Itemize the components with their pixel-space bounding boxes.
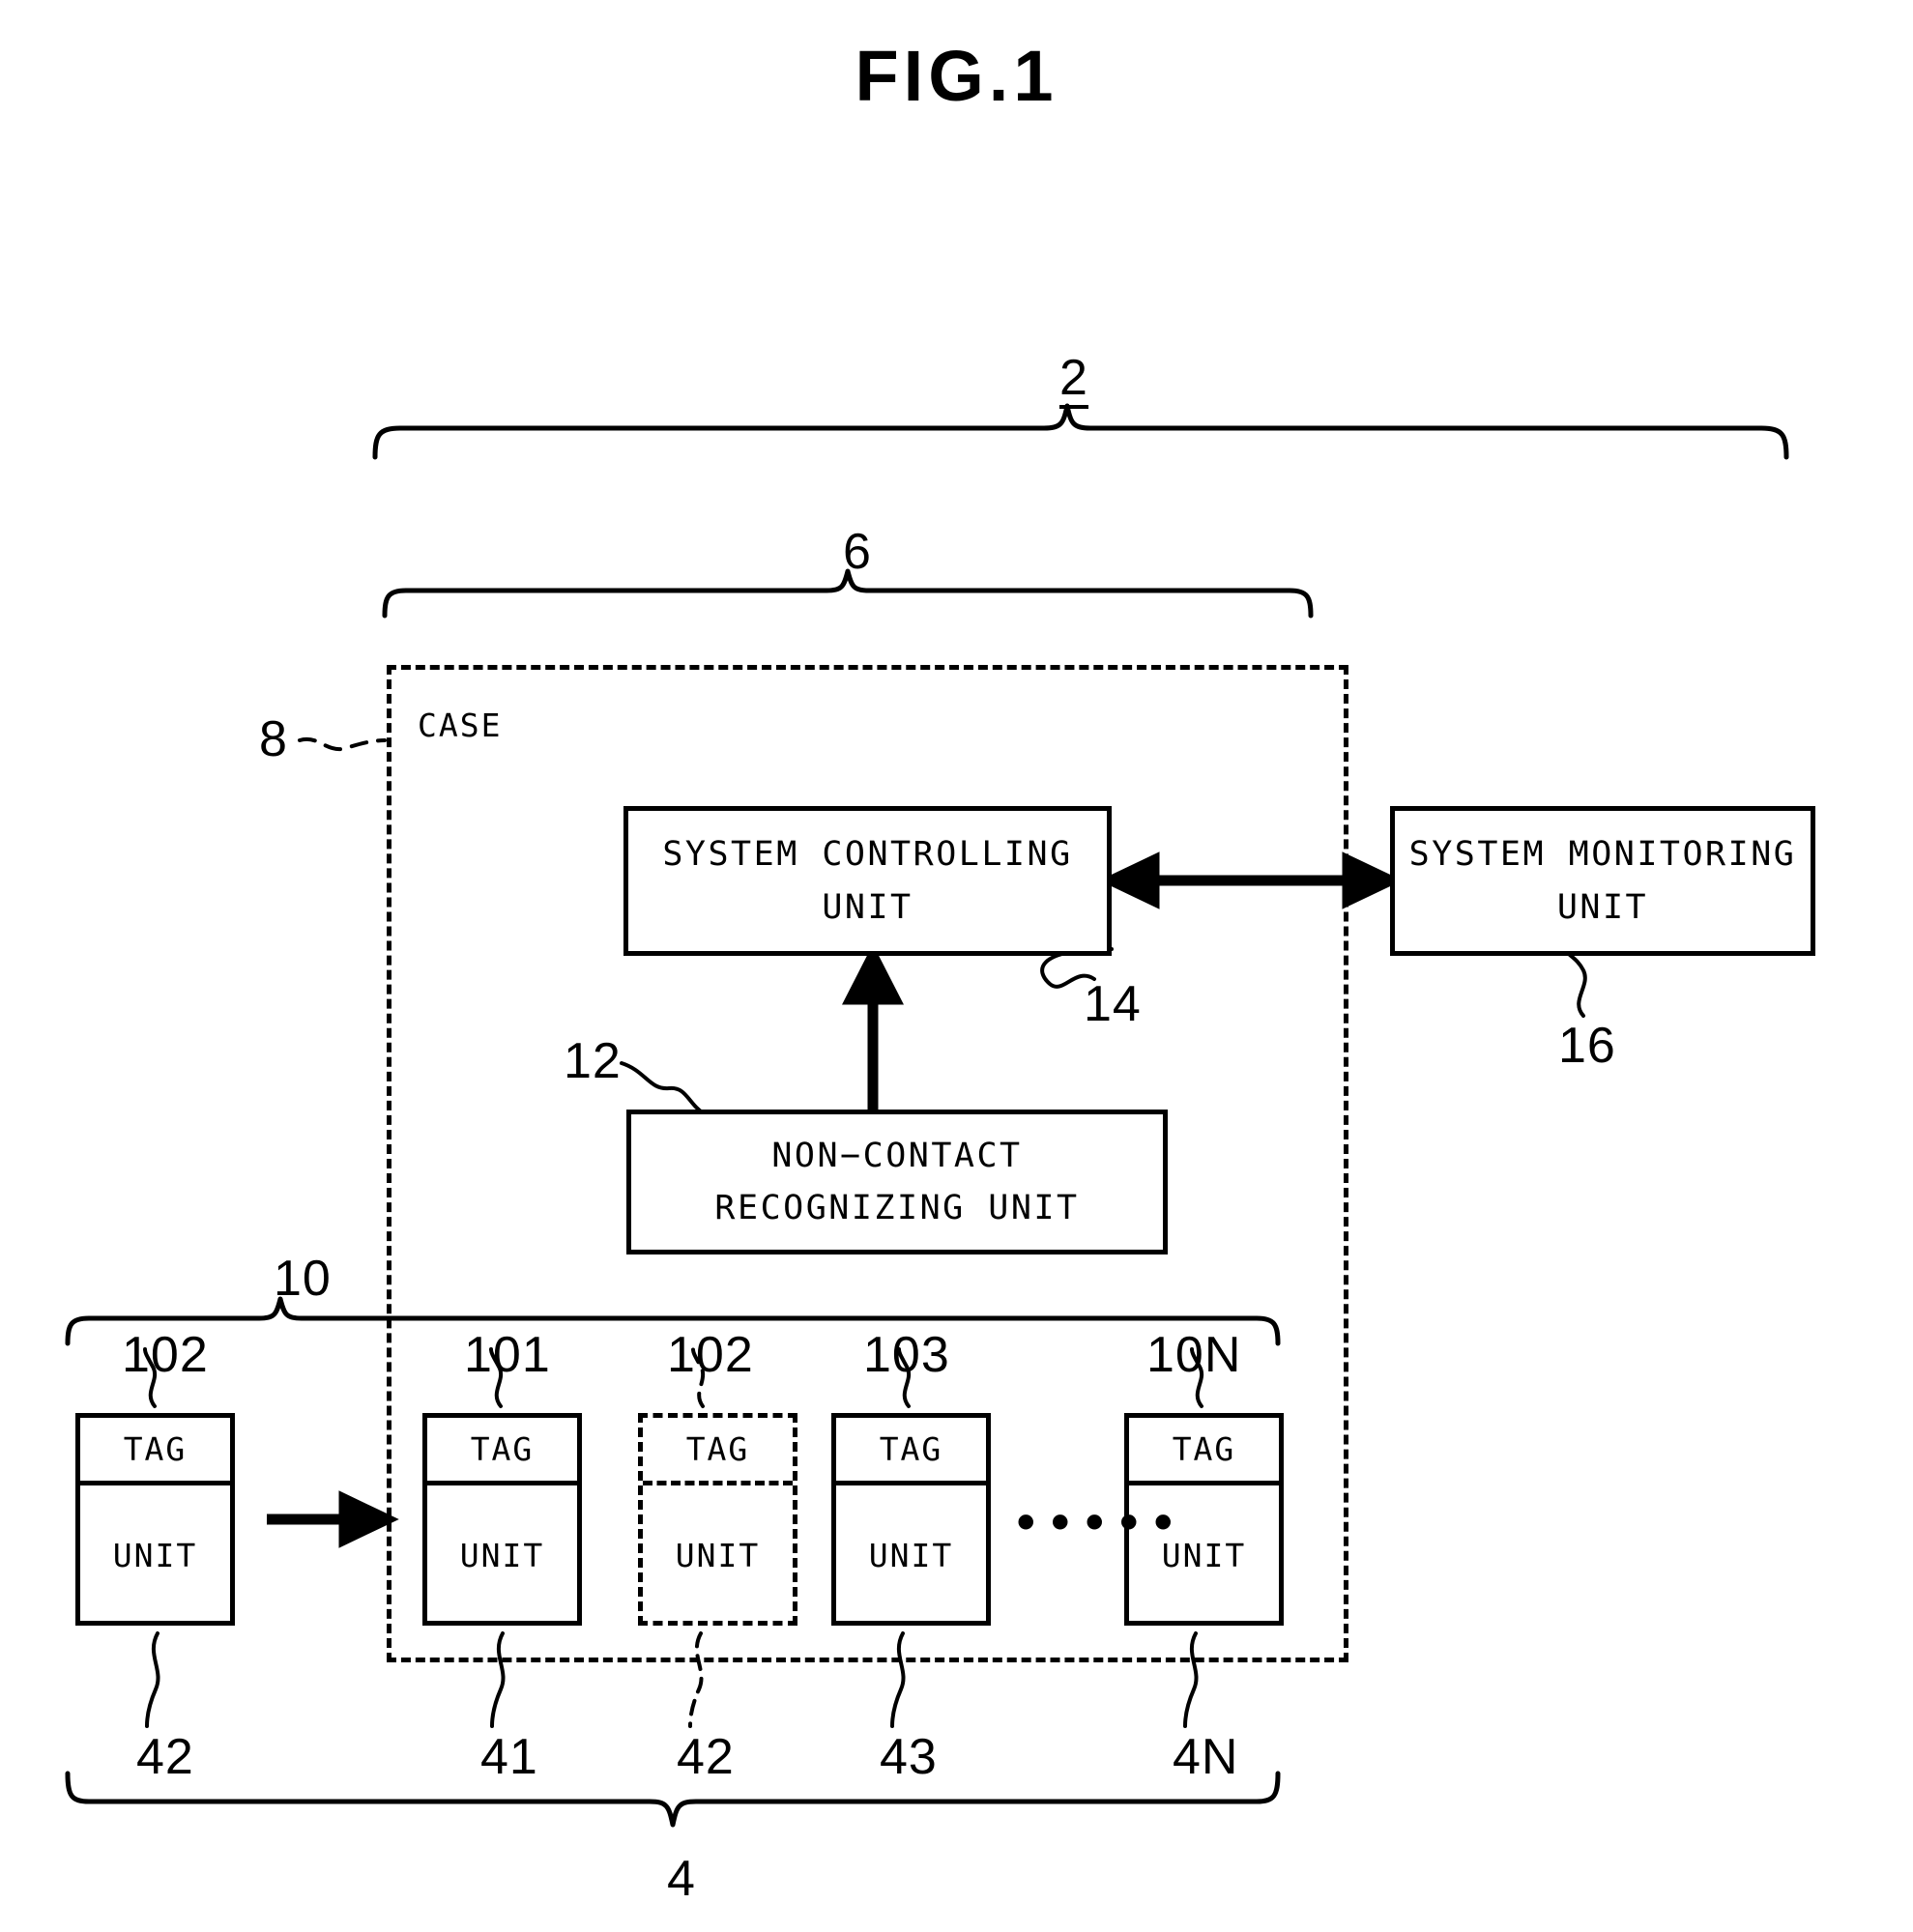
module-tag-section: TAG [1129, 1418, 1279, 1485]
module-unit-section: UNIT [836, 1485, 986, 1626]
module-1[interactable]: TAG UNIT [422, 1413, 582, 1626]
system-controlling-unit-block[interactable]: SYSTEM CONTROLLING UNIT [623, 806, 1112, 956]
reference-numeral-unit-3: 43 [880, 1729, 938, 1785]
non-contact-recognizing-unit-block[interactable]: NON−CONTACT RECOGNIZING UNIT [626, 1110, 1168, 1254]
reference-numeral-14: 14 [1084, 976, 1142, 1032]
system-monitoring-unit-label: SYSTEM MONITORING UNIT [1408, 835, 1797, 927]
module-spare[interactable]: TAG UNIT [75, 1413, 235, 1626]
system-monitoring-unit-block[interactable]: SYSTEM MONITORING UNIT [1390, 806, 1815, 956]
figure-title: FIG.1 [855, 36, 1058, 116]
case-label: CASE [418, 706, 503, 744]
reference-numeral-unit-spare: 42 [136, 1729, 194, 1785]
ellipsis-dots: ••••• [1013, 1499, 1185, 1548]
module-tag-section: TAG [80, 1418, 230, 1485]
module-unit-section: UNIT [427, 1485, 577, 1626]
module-tag-label: TAG [685, 1430, 750, 1468]
module-tag-section: TAG [427, 1418, 577, 1485]
module-3[interactable]: TAG UNIT [831, 1413, 991, 1626]
module-2-empty-slot[interactable]: TAG UNIT [638, 1413, 797, 1626]
module-unit-section: UNIT [80, 1485, 230, 1626]
module-unit-section: UNIT [643, 1485, 793, 1626]
reference-numeral-module-1: 101 [464, 1327, 551, 1383]
reference-numeral-16: 16 [1558, 1018, 1616, 1074]
reference-numeral-12: 12 [564, 1033, 622, 1089]
module-tag-label: TAG [123, 1430, 188, 1468]
arrow-module-insert [267, 1490, 399, 1548]
non-contact-recognizing-unit-label: NON−CONTACT RECOGNIZING UNIT [714, 1136, 1080, 1227]
reference-numeral-unit-1: 41 [480, 1729, 538, 1785]
module-tag-label: TAG [879, 1430, 943, 1468]
module-tag-section: TAG [836, 1418, 986, 1485]
leader-16 [1564, 947, 1587, 1018]
reference-numeral-module-spare: 102 [122, 1327, 209, 1383]
reference-numeral-module-3: 103 [863, 1327, 950, 1383]
reference-numeral-6: 6 [843, 524, 872, 580]
module-tag-section: TAG [643, 1418, 793, 1485]
reference-numeral-module-n: 10N [1146, 1327, 1242, 1383]
module-unit-label: UNIT [459, 1537, 545, 1574]
leader-42a [145, 1631, 160, 1728]
reference-numeral-module-2: 102 [667, 1327, 754, 1383]
figure-canvas: FIG.1 CASE SYSTEM CONTROLLING UNIT SYSTE… [0, 0, 1913, 1932]
system-controlling-unit-label: SYSTEM CONTROLLING UNIT [662, 835, 1073, 927]
reference-numeral-unit-n: 4N [1173, 1729, 1239, 1785]
reference-numeral-unit-2: 42 [677, 1729, 735, 1785]
leader-8 [298, 736, 387, 752]
module-tag-label: TAG [470, 1430, 535, 1468]
module-unit-label: UNIT [868, 1537, 954, 1574]
module-tag-label: TAG [1172, 1430, 1236, 1468]
reference-numeral-4: 4 [667, 1851, 696, 1907]
reference-numeral-8: 8 [259, 711, 288, 767]
reference-numeral-10: 10 [274, 1251, 332, 1307]
brace-system-2 [372, 403, 1789, 460]
reference-numeral-2: 2 [1059, 353, 1088, 409]
module-unit-label: UNIT [675, 1537, 761, 1574]
module-unit-label: UNIT [112, 1537, 198, 1574]
brace-units-4 [65, 1771, 1281, 1828]
